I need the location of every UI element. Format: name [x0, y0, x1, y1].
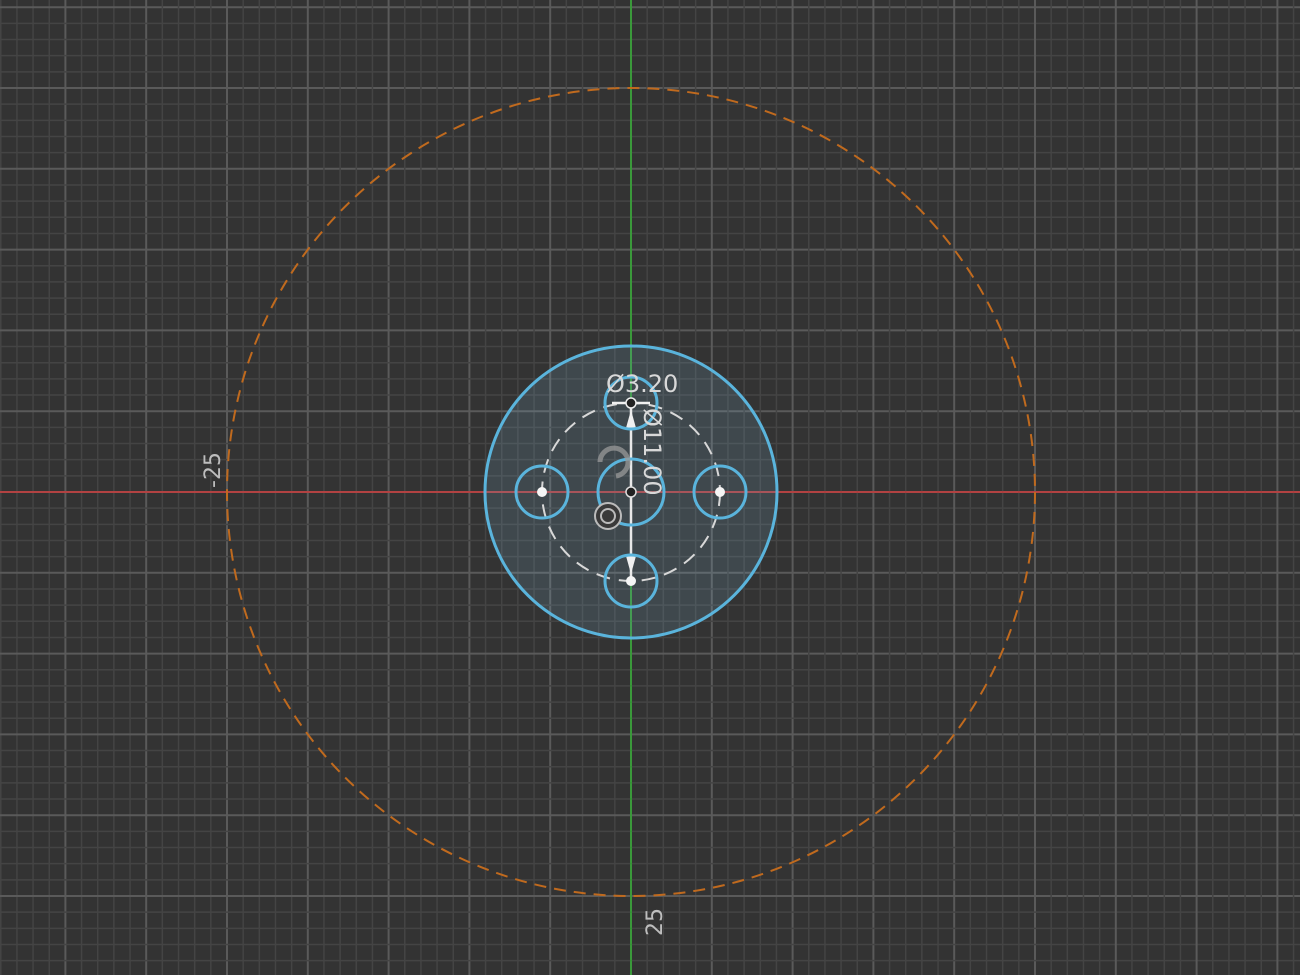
sketch-viewport[interactable]: Ø3.20 Ø11.00 -25 25 [0, 0, 1300, 975]
pattern-diameter-dimension[interactable]: Ø11.00 [638, 408, 666, 496]
concentric-constraint-icon[interactable] [594, 502, 622, 530]
sketch-canvas[interactable]: Ø3.20 Ø11.00 -25 25 [0, 0, 1300, 975]
point-bottom[interactable] [626, 576, 636, 586]
point-left[interactable] [537, 487, 547, 497]
hole-diameter-dimension[interactable]: Ø3.20 [606, 370, 678, 398]
point-top[interactable] [625, 397, 637, 409]
y-axis-label-positive: 25 [643, 908, 668, 936]
x-axis-label-negative: -25 [201, 452, 226, 488]
point-center[interactable] [625, 486, 637, 498]
point-right[interactable] [715, 487, 725, 497]
